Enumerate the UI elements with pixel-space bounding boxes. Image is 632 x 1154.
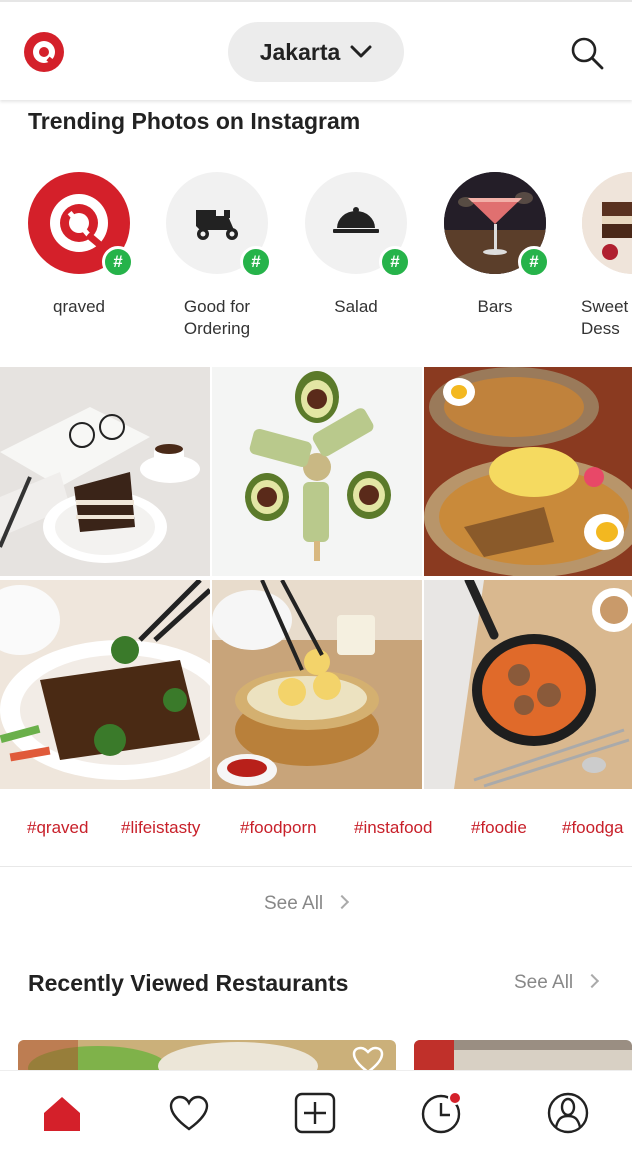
category-sweet-desserts[interactable]: Sweet Dess (568, 170, 632, 340)
gado-gado-photo (424, 367, 632, 576)
photo-tile-skillet[interactable] (424, 580, 632, 789)
hashtag-link[interactable]: #qraved (27, 818, 88, 838)
category-label: Good for Ordering (183, 297, 251, 338)
home-icon[interactable] (40, 1091, 84, 1135)
category-salad[interactable]: # Salad (291, 170, 421, 318)
avocado-popsicle-photo (212, 367, 422, 576)
photo-tile-beef[interactable] (0, 580, 210, 789)
category-label: Sweet Dess (581, 297, 629, 338)
photo-tile-gado-gado[interactable] (424, 367, 632, 576)
restaurant-card[interactable] (18, 1040, 396, 1070)
category-image: # (444, 172, 550, 278)
category-bars[interactable]: # Bars (430, 170, 560, 318)
category-image: # (28, 172, 134, 278)
beef-broccoli-photo (0, 580, 210, 789)
plus-square-icon[interactable] (293, 1091, 337, 1135)
user-icon[interactable] (546, 1091, 590, 1135)
category-image (582, 172, 632, 274)
hashtag-list: #qraved #lifeistasty #foodporn #instafoo… (0, 818, 632, 842)
photo-tile-cake[interactable] (0, 367, 210, 576)
recent-section-title: Recently Viewed Restaurants (28, 970, 349, 996)
section-divider (0, 866, 632, 867)
hashtag-link[interactable]: #foodga (562, 818, 623, 838)
heart-icon[interactable] (352, 1046, 384, 1070)
category-label: qraved (53, 297, 105, 316)
category-label: Salad (334, 297, 378, 316)
restaurant-card[interactable] (414, 1040, 632, 1070)
city-name: Jakarta (259, 38, 341, 65)
dim-sum-photo (212, 580, 422, 789)
hashtag-badge-icon: # (240, 246, 272, 278)
photo-tile-popsicles[interactable] (212, 367, 422, 576)
category-qraved[interactable]: # qraved (14, 170, 144, 318)
meatball-skillet-photo (424, 580, 632, 789)
see-all-label: See All (514, 972, 574, 993)
trending-see-all-button[interactable]: See All (264, 893, 350, 915)
category-image: # (305, 172, 411, 278)
hashtag-badge-icon: # (379, 246, 411, 278)
cake-coffee-photo (0, 367, 210, 576)
hashtag-link[interactable]: #foodie (471, 818, 527, 838)
hashtag-link[interactable]: #lifeistasty (121, 818, 200, 838)
chevron-right-icon (585, 973, 600, 989)
trending-section-title: Trending Photos on Instagram (28, 108, 361, 134)
heart-icon[interactable] (167, 1091, 211, 1135)
hashtag-badge-icon: # (102, 246, 134, 278)
hashtag-badge-icon: # (518, 246, 550, 278)
search-icon[interactable] (570, 36, 604, 70)
hashtag-link[interactable]: #foodporn (240, 818, 317, 838)
category-label: Bars (477, 297, 513, 316)
recent-see-all-button[interactable]: See All (514, 972, 600, 994)
chevron-right-icon (335, 894, 350, 910)
city-selector[interactable]: Jakarta (228, 22, 404, 82)
clock-icon[interactable] (420, 1091, 464, 1135)
restaurant-photo (414, 1040, 632, 1070)
photo-tile-dimsum[interactable] (212, 580, 422, 789)
qraved-logo[interactable] (24, 32, 64, 72)
hashtag-category-list: # qraved # Good for Ordering # Salad # B… (0, 170, 632, 350)
instagram-photo-grid (0, 367, 632, 789)
category-good-for-ordering[interactable]: # Good for Ordering (152, 170, 282, 340)
category-image: # (166, 172, 272, 278)
cake-photo (582, 172, 632, 274)
app-header: Jakarta (0, 0, 632, 100)
hashtag-link[interactable]: #instafood (354, 818, 432, 838)
restaurant-photo (18, 1040, 396, 1070)
chevron-down-icon (350, 45, 372, 58)
see-all-label: See All (264, 893, 324, 914)
bottom-navigation (0, 1070, 632, 1154)
